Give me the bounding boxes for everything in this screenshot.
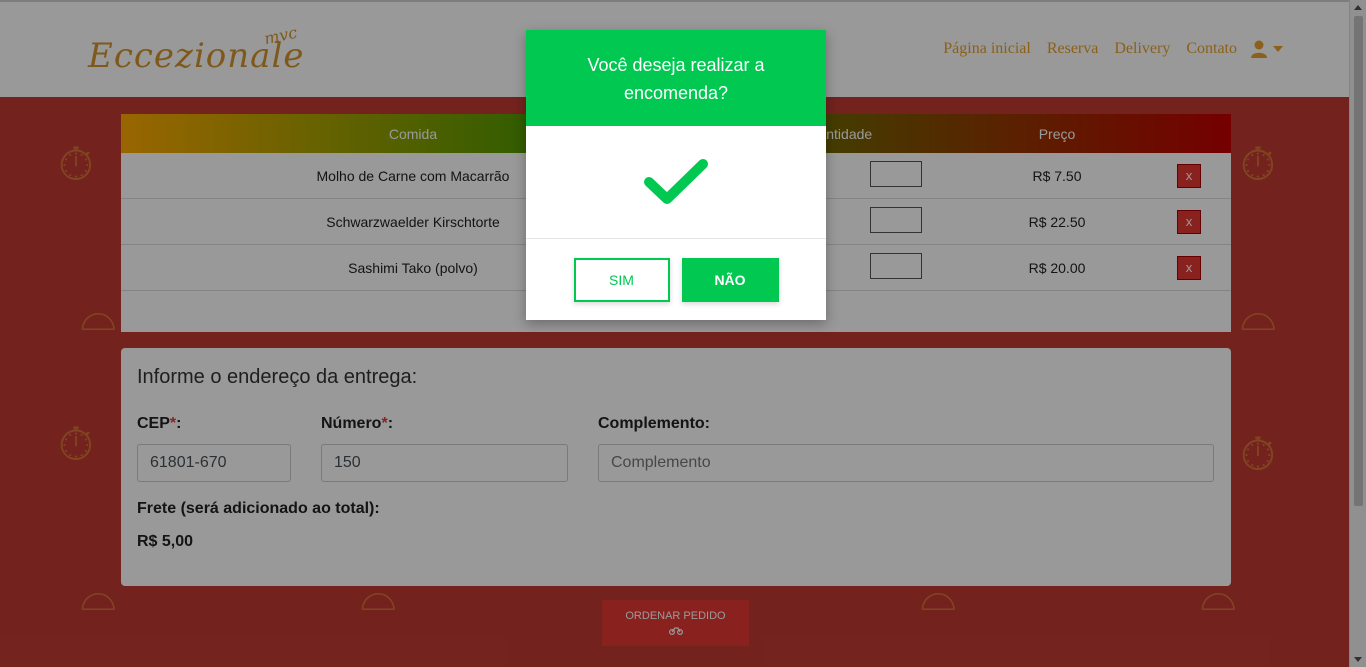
dialog-footer: SIM NÃO: [526, 239, 826, 320]
confirm-yes-button[interactable]: SIM: [573, 257, 670, 302]
dialog-title: Você deseja realizar a encomenda?: [526, 30, 826, 126]
confirm-no-button[interactable]: NÃO: [681, 257, 779, 302]
confirm-order-dialog: Você deseja realizar a encomenda? SIM NÃ…: [526, 30, 826, 320]
checkmark-icon: [644, 159, 708, 204]
dialog-body: [526, 126, 826, 239]
